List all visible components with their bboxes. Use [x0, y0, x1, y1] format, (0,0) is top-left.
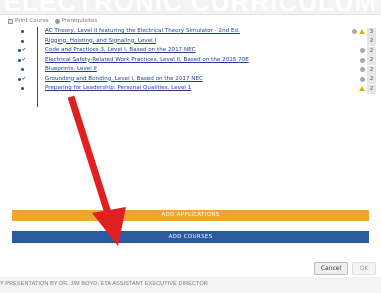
course-row[interactable]: ✔ Grounding and Bonding, Level I, Based … — [7, 75, 376, 85]
row-handle[interactable]: ✔ — [7, 56, 37, 63]
bullet-icon — [17, 49, 21, 53]
add-courses-button[interactable]: ADD COURSES — [12, 231, 369, 243]
hours-badge: 2 — [367, 84, 376, 94]
hours-badge: 2 — [367, 56, 376, 65]
print-icon — [8, 18, 13, 24]
check-icon: ✔ — [21, 56, 27, 63]
course-link[interactable]: Code and Practices 3, Level I, Based on … — [45, 46, 345, 56]
legend: Print Course Prerequisites — [8, 18, 97, 24]
legend-print-course: Print Course — [8, 18, 49, 24]
course-row[interactable]: AC Theory, Level II featuring the Electr… — [7, 27, 376, 37]
row-handle[interactable]: ✔ — [7, 48, 37, 53]
row-flags — [360, 76, 365, 82]
course-row[interactable]: Blueprints, Level II 2 — [7, 65, 376, 75]
row-handle[interactable] — [7, 39, 37, 43]
course-link[interactable]: Blueprints, Level II — [45, 65, 345, 75]
legend-print-course-label: Print Course — [15, 18, 49, 24]
row-flags — [360, 67, 365, 73]
course-link[interactable]: Preparing for Leadership: Personal Quali… — [45, 84, 345, 94]
row-flags — [359, 86, 365, 92]
course-link[interactable]: Rigging, Hoisting, and Signaling, Level … — [45, 37, 345, 47]
warning-icon — [359, 86, 365, 92]
row-flags — [360, 48, 365, 54]
hours-badge: 2 — [367, 65, 376, 75]
check-icon: ✔ — [21, 75, 27, 82]
row-handle[interactable] — [7, 87, 37, 91]
cancel-button[interactable]: Cancel — [314, 262, 348, 275]
course-row[interactable]: Rigging, Hoisting, and Signaling, Level … — [7, 37, 376, 47]
course-row[interactable]: ✔ Electrical Safety-Related Work Practic… — [7, 56, 376, 66]
course-link[interactable]: AC Theory, Level II featuring the Electr… — [45, 27, 345, 37]
bullet-icon — [17, 77, 21, 81]
course-list: AC Theory, Level II featuring the Electr… — [7, 27, 376, 94]
prerequisite-icon — [54, 18, 60, 24]
prerequisite-icon — [352, 29, 357, 35]
hours-badge: 2 — [367, 37, 376, 46]
bullet-icon — [20, 87, 24, 91]
row-flags — [352, 29, 365, 35]
prerequisite-icon — [360, 67, 365, 73]
prerequisite-icon — [360, 57, 365, 63]
row-handle[interactable] — [7, 68, 37, 72]
presentation-banner: ELECTRONIC CURRICULUM ADVANCED — [0, 0, 381, 14]
row-handle[interactable]: ✔ — [7, 75, 37, 82]
row-handle[interactable] — [7, 30, 37, 34]
course-link[interactable]: Electrical Safety-Related Work Practices… — [45, 56, 345, 66]
check-icon: ✔ — [21, 47, 27, 54]
row-flags — [360, 57, 365, 63]
warning-icon — [359, 29, 365, 35]
bullet-icon — [20, 68, 24, 72]
course-row[interactable]: ✔ Code and Practices 3, Level I, Based o… — [7, 46, 376, 56]
add-applications-button[interactable]: ADD APPLICATIONS — [12, 210, 369, 221]
bullet-icon — [20, 30, 24, 34]
course-row[interactable]: Preparing for Leadership: Personal Quali… — [7, 84, 376, 94]
prerequisite-icon — [360, 76, 365, 82]
bullet-icon — [20, 39, 24, 43]
hours-badge: 2 — [367, 46, 376, 56]
course-link[interactable]: Grounding and Bonding, Level I, Based on… — [45, 75, 345, 85]
legend-prerequisites-label: Prerequisites — [61, 18, 98, 24]
bullet-icon — [17, 58, 21, 62]
presentation-credit: Y PRESENTATION BY DR. JIM BOYD, ETA ASSI… — [0, 281, 208, 287]
hours-badge: 2 — [367, 75, 376, 84]
prerequisite-icon — [360, 48, 365, 54]
ok-button[interactable]: OK — [352, 262, 376, 275]
hours-badge: 3 — [367, 27, 376, 37]
legend-prerequisites: Prerequisites — [54, 18, 98, 24]
